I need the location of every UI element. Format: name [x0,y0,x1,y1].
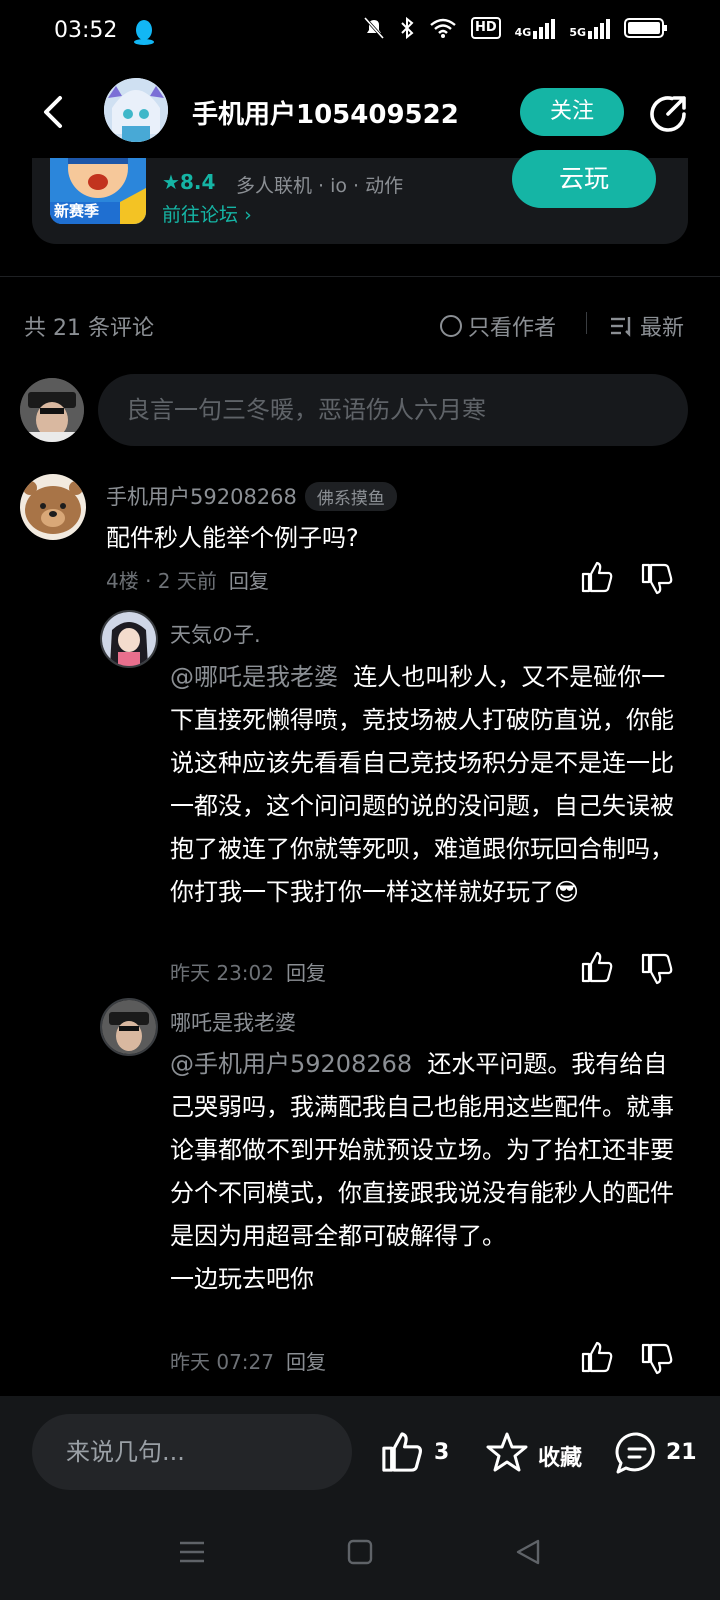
reply-avatar[interactable] [100,610,158,668]
reply-time: 昨天 07:27 [170,1350,274,1374]
my-avatar [20,378,84,442]
network-4g-label: 4G [514,26,532,39]
thumbs-down-icon[interactable] [640,952,674,986]
reply-text: @手机用户59208268 还水平问题。我有给自己哭弱吗，我满配我自己也能用这些… [170,1043,682,1301]
section-divider [0,276,720,277]
reply-avatar[interactable] [100,998,158,1056]
chevron-right-icon: › [244,204,252,226]
cool-emoji-icon: 😎 [554,878,580,906]
comment-text: 配件秒人能举个例子吗? [106,524,359,552]
hd-icon: HD [470,17,501,39]
comments-button[interactable] [614,1430,660,1476]
reply-mention[interactable]: @手机用户59208268 [170,1050,412,1078]
comment-meta: 4楼 · 2 天前 回复 [106,565,269,594]
back-triangle-icon [516,1539,540,1565]
favorite-button[interactable] [484,1430,530,1476]
forum-link-label: 前往论坛 [162,204,239,226]
forum-link[interactable]: 前往论坛 › [162,200,252,227]
thumbs-up-icon [382,1432,422,1472]
reply-username[interactable]: 天気の子. [170,619,261,649]
share-icon [650,96,686,132]
follow-button[interactable]: 关注 [520,88,624,136]
reply-body-line2: 一边玩去吧你 [170,1265,314,1293]
author-avatar[interactable] [104,78,168,142]
signal-4g-icon: 4G [515,17,556,39]
reply-body: 还水平问题。我有给自己哭弱吗，我满配我自己也能用这些配件。就事论事都做不到开始就… [170,1050,674,1250]
chat-bubble-icon [615,1432,655,1474]
reply-meta: 昨天 23:02 回复 [170,957,326,986]
comment-reply-button[interactable]: 回复 [229,565,269,594]
mute-bell-icon [363,16,385,40]
qq-penguin-icon [132,18,156,46]
author-only-label: 只看作者 [468,316,557,341]
bluetooth-icon [399,16,415,40]
game-tags: 多人联机 · io · 动作 [236,175,404,197]
thumbs-down-icon[interactable] [640,1342,674,1376]
comment-floor-time: 4楼 · 2 天前 [106,569,217,593]
reply-mention[interactable]: @哪吒是我老婆 [170,663,338,691]
radio-circle-icon [440,315,462,337]
reply-count: 21 [666,1440,697,1465]
user-badge: 佛系摸鱼 [304,481,397,511]
comment-input[interactable]: 良言一句三冬暖，恶语伤人六月寒 [98,374,688,446]
menu-lines-icon [180,1541,204,1563]
thumbs-up-icon[interactable] [580,950,614,984]
signal-5g-icon: 5G [569,17,610,39]
reply-username[interactable]: 哪吒是我老婆 [170,1007,296,1037]
filter-separator [586,312,587,334]
thumbs-up-icon[interactable] [580,560,614,594]
wifi-icon [429,17,457,39]
bottom-comment-input[interactable]: 来说几句... [32,1414,352,1490]
sort-list-icon [611,317,631,337]
author-username: 手机用户105409522 [192,100,459,130]
status-time: 03:52 [54,18,118,43]
menu-nav-button[interactable] [178,1538,206,1570]
reply-meta: 昨天 07:27 回复 [170,1346,326,1375]
comment-count: 共 21 条评论 [24,316,154,341]
reply-reply-button[interactable]: 回复 [286,1346,326,1375]
favorite-label: 收藏 [538,1446,583,1471]
thumbs-down-icon[interactable] [640,562,674,596]
sort-label: 最新 [640,316,685,341]
star-outline-icon [486,1432,528,1472]
sort-button[interactable]: 最新 [610,310,684,342]
game-icon[interactable]: 新赛季 [50,158,146,224]
home-square-icon [347,1539,373,1565]
status-icons: HD 4G 5G [363,16,668,40]
thumbs-up-icon[interactable] [580,1340,614,1374]
reply-time: 昨天 23:02 [170,961,274,985]
share-button[interactable] [646,92,690,136]
author-only-toggle[interactable]: 只看作者 [440,310,556,342]
comment-header: 手机用户59208268 佛系摸鱼 [106,481,397,511]
back-nav-button[interactable] [514,1538,542,1570]
like-button[interactable] [380,1430,424,1474]
home-nav-button[interactable] [346,1538,374,1570]
reply-reply-button[interactable]: 回复 [286,957,326,986]
comment-username[interactable]: 手机用户59208268 [106,481,297,511]
reply-body: 连人也叫秒人，又不是碰你一下直接死懒得喷，竞技场被人打破防直说，你能说这种应该先… [170,663,674,906]
commenter-avatar[interactable] [20,474,86,540]
back-arrow-icon [44,96,62,128]
cloud-play-button[interactable]: 云玩 [512,150,656,208]
star-icon: ★ [162,170,180,194]
battery-icon [624,17,668,39]
game-rating-value: 8.4 [179,170,216,194]
network-5g-label: 5G [569,26,586,39]
game-rating: ★8.4 [162,170,215,194]
like-count: 3 [434,1440,450,1465]
game-icon-label: 新赛季 [54,202,100,220]
back-button[interactable] [36,92,76,132]
reply-text: @哪吒是我老婆 连人也叫秒人，又不是碰你一下直接死懒得喷，竞技场被人打破防直说，… [170,656,682,914]
